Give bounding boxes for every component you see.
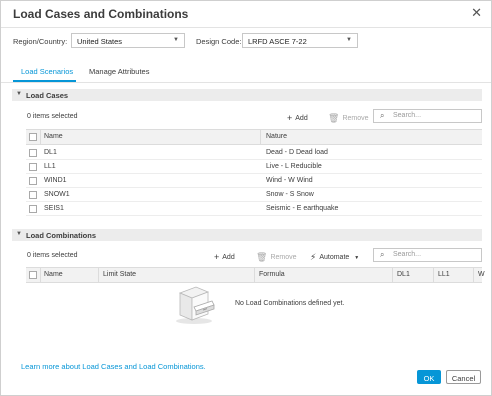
cancel-button[interactable]: Cancel bbox=[446, 370, 481, 384]
load-cases-table: Name Nature DL1 Dead - D Dead load LL1 L… bbox=[26, 129, 482, 217]
close-icon[interactable]: ✕ bbox=[471, 6, 482, 20]
load-cases-header[interactable]: ▼ Load Cases bbox=[12, 89, 482, 101]
table-row[interactable]: SEIS1 Seismic - E earthquake bbox=[26, 202, 482, 216]
region-label: Region/Country: bbox=[13, 37, 68, 46]
trash-icon: 🗑 bbox=[328, 113, 340, 123]
column-divider bbox=[260, 130, 261, 145]
row-checkbox[interactable] bbox=[29, 177, 37, 185]
chevron-down-icon: ▼ bbox=[354, 255, 360, 261]
search-icon: ⌕ bbox=[380, 250, 385, 259]
automate-button[interactable]: ⚡ Automate ▼ bbox=[310, 251, 359, 262]
table-row[interactable]: DL1 Dead - D Dead load bbox=[26, 146, 482, 160]
load-combinations-header[interactable]: ▼ Load Combinations bbox=[12, 229, 482, 241]
load-case-nature: Wind - W Wind bbox=[266, 177, 313, 184]
load-case-name: LL1 bbox=[44, 163, 56, 170]
column-divider bbox=[40, 130, 41, 145]
load-combinations-title: Load Combinations bbox=[26, 231, 96, 240]
tab-load-scenarios[interactable]: Load Scenarios bbox=[21, 67, 73, 76]
load-cases-title: Load Cases bbox=[26, 91, 69, 100]
row-checkbox[interactable] bbox=[29, 163, 37, 171]
load-case-name: WIND1 bbox=[44, 177, 67, 184]
load-combinations-selected-count: 0 items selected bbox=[27, 252, 78, 259]
remove-load-combination-button[interactable]: 🗑 Remove bbox=[256, 251, 297, 262]
table-row[interactable]: WIND1 Wind - W Wind bbox=[26, 174, 482, 188]
collapse-icon: ▼ bbox=[16, 91, 22, 97]
add-label: Add bbox=[295, 115, 308, 122]
empty-cabinet-icon bbox=[176, 286, 215, 324]
design-code-value: LRFD ASCE 7-22 bbox=[248, 37, 307, 46]
table-row[interactable]: LL1 Live - L Reducible bbox=[26, 160, 482, 174]
load-cases-search-input[interactable]: ⌕ Search... bbox=[373, 109, 482, 123]
column-w: W bbox=[478, 271, 485, 278]
add-load-combination-button[interactable]: + Add bbox=[214, 251, 235, 262]
column-divider bbox=[254, 268, 255, 283]
column-divider bbox=[40, 268, 41, 283]
dialog-titlebar: Load Cases and Combinations ✕ bbox=[1, 1, 491, 28]
column-formula: Formula bbox=[259, 271, 285, 278]
load-case-nature: Dead - D Dead load bbox=[266, 149, 328, 156]
load-case-name: SEIS1 bbox=[44, 205, 64, 212]
row-checkbox[interactable] bbox=[29, 149, 37, 157]
column-divider bbox=[473, 268, 474, 283]
design-code-label: Design Code: bbox=[196, 37, 242, 46]
tab-bar: Load Scenarios Manage Attributes bbox=[1, 63, 491, 83]
remove-load-case-button[interactable]: 🗑 Remove bbox=[328, 112, 369, 123]
chevron-down-icon: ▼ bbox=[346, 37, 352, 43]
region-value: United States bbox=[77, 37, 123, 46]
row-checkbox[interactable] bbox=[29, 191, 37, 199]
plus-icon: + bbox=[214, 252, 220, 262]
dialog-title: Load Cases and Combinations bbox=[13, 7, 189, 21]
table-row[interactable]: SNOW1 Snow - S Snow bbox=[26, 188, 482, 202]
active-tab-indicator bbox=[13, 80, 76, 82]
add-load-case-button[interactable]: + Add bbox=[287, 112, 308, 123]
table-header: Name Limit State Formula DL1 LL1 W bbox=[26, 268, 485, 283]
load-case-nature: Seismic - E earthquake bbox=[266, 205, 339, 212]
table-header: Name Nature bbox=[26, 130, 482, 145]
region-select[interactable]: United States ▼ bbox=[71, 33, 185, 48]
column-name: Name bbox=[44, 133, 63, 140]
automate-label: Automate bbox=[319, 254, 350, 261]
empty-state-message: No Load Combinations defined yet. bbox=[235, 300, 345, 307]
select-all-checkbox[interactable] bbox=[29, 133, 37, 141]
design-code-select[interactable]: LRFD ASCE 7-22 ▼ bbox=[242, 33, 358, 48]
column-divider bbox=[98, 268, 99, 283]
load-cases-selected-count: 0 items selected bbox=[27, 113, 78, 120]
load-case-nature: Snow - S Snow bbox=[266, 191, 314, 198]
lightning-icon: ⚡ bbox=[310, 252, 317, 262]
ok-button[interactable]: OK bbox=[417, 370, 441, 384]
select-all-checkbox[interactable] bbox=[29, 271, 37, 279]
load-case-nature: Live - L Reducible bbox=[266, 163, 322, 170]
chevron-down-icon: ▼ bbox=[173, 37, 179, 43]
column-dl1: DL1 bbox=[397, 271, 410, 278]
plus-icon: + bbox=[287, 113, 293, 123]
tab-manage-attributes[interactable]: Manage Attributes bbox=[89, 67, 149, 76]
column-name: Name bbox=[44, 271, 63, 278]
load-case-name: SNOW1 bbox=[44, 191, 70, 198]
trash-icon: 🗑 bbox=[256, 252, 268, 262]
search-icon: ⌕ bbox=[380, 111, 385, 120]
load-cases-dialog: Load Cases and Combinations ✕ Region/Cou… bbox=[0, 0, 492, 396]
remove-label: Remove bbox=[270, 254, 297, 261]
load-combinations-table: Name Limit State Formula DL1 LL1 W bbox=[26, 267, 485, 283]
column-divider bbox=[433, 268, 434, 283]
load-combinations-search-input[interactable]: ⌕ Search... bbox=[373, 248, 482, 262]
learn-more-link[interactable]: Learn more about Load Cases and Load Com… bbox=[21, 362, 206, 371]
column-ll1: LL1 bbox=[438, 271, 450, 278]
add-label: Add bbox=[222, 254, 235, 261]
column-limit-state: Limit State bbox=[103, 271, 137, 278]
load-case-name: DL1 bbox=[44, 149, 57, 156]
search-placeholder: Search... bbox=[393, 112, 422, 119]
column-divider bbox=[392, 268, 393, 283]
column-nature: Nature bbox=[266, 133, 288, 140]
collapse-icon: ▼ bbox=[16, 231, 22, 237]
search-placeholder: Search... bbox=[393, 251, 422, 258]
remove-label: Remove bbox=[342, 115, 369, 122]
row-checkbox[interactable] bbox=[29, 205, 37, 213]
